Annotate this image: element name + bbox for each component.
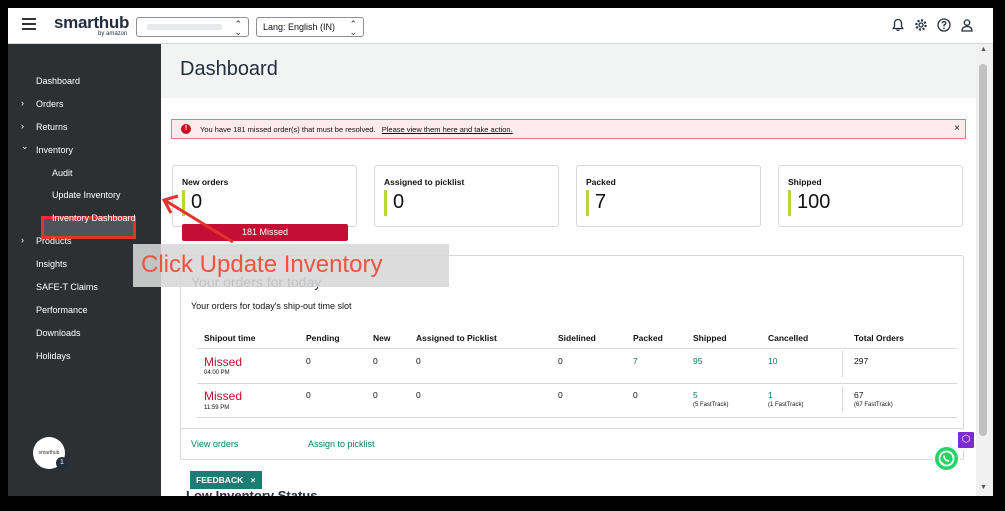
app-window: smarthub by amazon ⌃ ⌄ Lang: English (IN)…	[8, 8, 993, 496]
annotation-arrow	[161, 194, 234, 244]
